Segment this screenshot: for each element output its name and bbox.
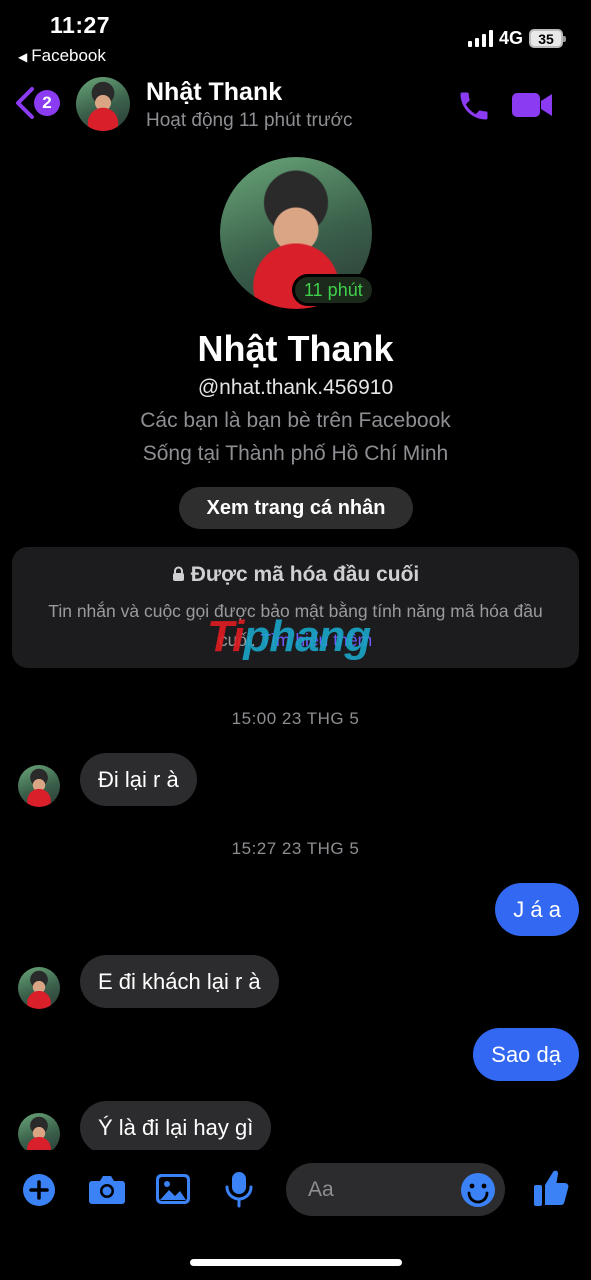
header-contact-name[interactable]: Nhật Thank: [146, 78, 282, 107]
battery-icon: 35: [529, 29, 566, 48]
incoming-message[interactable]: Ý là đi lại hay gì: [80, 1101, 272, 1154]
voice-message-button[interactable]: [224, 1170, 254, 1213]
like-button[interactable]: [532, 1168, 570, 1213]
view-profile-button[interactable]: Xem trang cá nhân: [179, 487, 413, 529]
back-triangle-icon: ◀: [18, 50, 28, 64]
outgoing-message[interactable]: Sao dạ: [473, 1028, 579, 1081]
camera-icon: [89, 1176, 125, 1204]
image-icon: [156, 1174, 190, 1204]
header-avatar[interactable]: [76, 77, 130, 131]
gallery-button[interactable]: [155, 1172, 191, 1211]
back-app-label: Facebook: [31, 46, 106, 65]
message-input[interactable]: Aa: [286, 1163, 505, 1216]
message-input-placeholder: Aa: [308, 1178, 334, 1201]
profile-handle: @nhat.thank.456910: [197, 376, 394, 399]
emoji-icon: [461, 1173, 495, 1207]
sender-avatar[interactable]: [18, 1113, 60, 1155]
active-time-pill: 11 phút: [292, 274, 375, 306]
location-line: Sống tại Thành phố Hồ Chí Minh: [142, 442, 449, 465]
encryption-title-text: Được mã hóa đầu cuối: [190, 563, 420, 586]
header-active-status: Hoạt động 11 phút trước: [146, 110, 353, 131]
friends-line: Các bạn là bạn bè trên Facebook: [140, 409, 451, 432]
message-timestamp: 15:00 23 THG 5: [231, 709, 360, 728]
encryption-title: Được mã hóa đầu cuối: [12, 563, 579, 587]
watermark-part1: Ti: [207, 612, 244, 661]
incoming-message[interactable]: Đi lại r à: [80, 753, 197, 806]
watermark-logo: Tiphang: [207, 612, 371, 662]
plus-icon: [23, 1174, 55, 1206]
camera-button[interactable]: [88, 1172, 126, 1211]
battery-level: 35: [538, 30, 554, 47]
video-camera-icon: [512, 93, 552, 117]
outgoing-message[interactable]: J á a: [495, 883, 579, 936]
emoji-button[interactable]: [460, 1172, 496, 1213]
video-call-button[interactable]: [510, 90, 554, 125]
status-time: 11:27: [50, 12, 111, 38]
lock-icon: [172, 566, 184, 581]
back-button[interactable]: 2: [14, 86, 60, 120]
signal-icon: [467, 30, 493, 47]
sender-avatar[interactable]: [18, 765, 60, 807]
network-type: 4G: [498, 28, 523, 48]
back-to-app-link[interactable]: ◀ Facebook: [18, 46, 106, 66]
phone-icon: [460, 92, 488, 120]
sender-avatar[interactable]: [18, 967, 60, 1009]
status-indicators: 4G 35: [467, 28, 566, 49]
message-timestamp: 15:27 23 THG 5: [231, 839, 360, 858]
more-actions-button[interactable]: [22, 1173, 56, 1212]
voice-call-button[interactable]: [456, 88, 492, 129]
back-chevron-icon: [16, 87, 34, 119]
like-icon: [534, 1170, 569, 1206]
watermark-part2: phang: [243, 612, 371, 661]
profile-name: Nhật Thank: [197, 328, 394, 369]
unread-count-badge: 2: [34, 90, 60, 116]
microphone-icon: [225, 1172, 253, 1208]
home-indicator[interactable]: [190, 1259, 402, 1266]
incoming-message[interactable]: E đi khách lại r à: [80, 955, 279, 1008]
